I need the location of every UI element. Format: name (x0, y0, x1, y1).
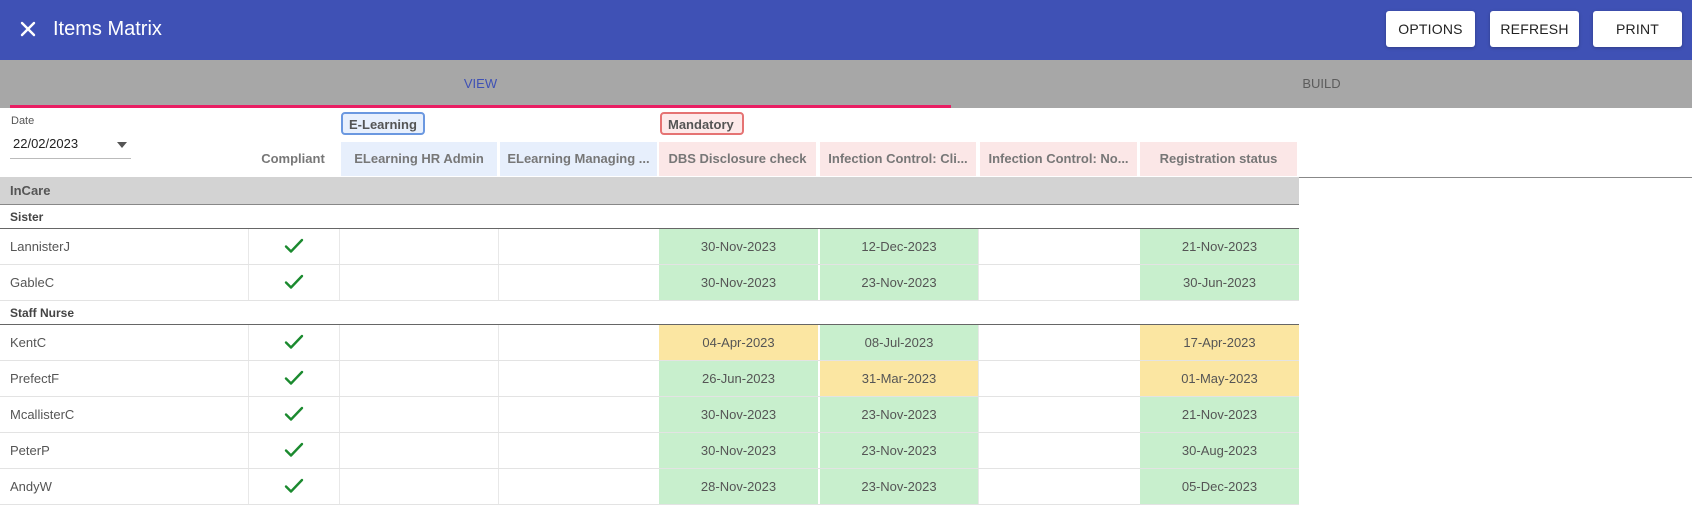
column-divider (498, 433, 499, 468)
column-header-elearning-managing[interactable]: ELearning Managing ... (500, 142, 657, 176)
role-group-header: Sister (0, 205, 1299, 229)
matrix-cell[interactable]: 21-Nov-2023 (1140, 397, 1299, 432)
matrix-cell[interactable]: 30-Aug-2023 (1140, 433, 1299, 468)
matrix-cell[interactable]: 30-Jun-2023 (1140, 265, 1299, 300)
table-row[interactable]: LannisterJ 30-Nov-2023 12-Dec-2023 21-No… (0, 229, 1299, 265)
check-icon (284, 370, 304, 385)
check-icon (284, 274, 304, 289)
column-divider (248, 265, 249, 300)
matrix-cell[interactable]: 08-Jul-2023 (820, 325, 978, 360)
column-divider (339, 469, 340, 504)
matrix-cell[interactable]: 23-Nov-2023 (820, 397, 978, 432)
column-divider (978, 361, 979, 396)
column-header-elearning-hr-admin[interactable]: ELearning HR Admin (341, 142, 497, 176)
column-divider (498, 469, 499, 504)
table-row[interactable]: PeterP 30-Nov-2023 23-Nov-2023 30-Aug-20… (0, 433, 1299, 469)
date-underline (10, 158, 131, 159)
matrix-cell[interactable]: 17-Apr-2023 (1140, 325, 1299, 360)
column-divider (339, 361, 340, 396)
column-header-infection-control-clinical[interactable]: Infection Control: Cli... (820, 142, 976, 176)
column-divider (248, 433, 249, 468)
matrix-cell[interactable]: 21-Nov-2023 (1140, 229, 1299, 264)
column-divider (248, 397, 249, 432)
organisation-group: InCare (0, 177, 1299, 205)
column-divider (339, 229, 340, 264)
column-divider (978, 265, 979, 300)
app-bar: Items Matrix OPTIONS REFRESH PRINT (0, 0, 1692, 60)
column-divider (248, 469, 249, 504)
matrix-cell[interactable]: 31-Mar-2023 (820, 361, 978, 396)
column-divider (498, 361, 499, 396)
staff-name: KentC (10, 335, 47, 350)
column-divider (978, 469, 979, 504)
matrix-cell[interactable]: 28-Nov-2023 (659, 469, 818, 504)
column-divider (978, 433, 979, 468)
table-row[interactable]: AndyW 28-Nov-2023 23-Nov-2023 05-Dec-202… (0, 469, 1299, 505)
column-divider (248, 325, 249, 360)
staff-name: GableC (10, 275, 55, 290)
tab-bar: VIEW BUILD (0, 60, 1692, 108)
column-divider (339, 265, 340, 300)
table-row[interactable]: PrefectF 26-Jun-2023 31-Mar-2023 01-May-… (0, 361, 1299, 397)
staff-name: PeterP (10, 443, 50, 458)
column-divider (248, 361, 249, 396)
column-divider (978, 229, 979, 264)
staff-name: McallisterC (10, 407, 75, 422)
active-tab-indicator (10, 105, 951, 108)
print-button[interactable]: PRINT (1593, 11, 1682, 47)
matrix-cell[interactable]: 30-Nov-2023 (659, 265, 818, 300)
matrix-cell[interactable]: 12-Dec-2023 (820, 229, 978, 264)
table-row[interactable]: McallisterC 30-Nov-2023 23-Nov-2023 21-N… (0, 397, 1299, 433)
check-icon (284, 478, 304, 493)
column-divider (248, 229, 249, 264)
column-divider (339, 397, 340, 432)
column-divider (498, 265, 499, 300)
column-divider (978, 325, 979, 360)
table-row[interactable]: KentC 04-Apr-2023 08-Jul-2023 17-Apr-202… (0, 325, 1299, 361)
matrix-cell[interactable]: 23-Nov-2023 (820, 469, 978, 504)
refresh-button[interactable]: REFRESH (1490, 11, 1579, 47)
close-icon[interactable] (16, 17, 40, 41)
matrix-cell[interactable]: 30-Nov-2023 (659, 433, 818, 468)
matrix-cell[interactable]: 04-Apr-2023 (659, 325, 818, 360)
group-chip-elearning: E-Learning (341, 112, 425, 135)
tab-build[interactable]: BUILD (951, 60, 1692, 108)
matrix-cell[interactable]: 05-Dec-2023 (1140, 469, 1299, 504)
matrix-cell[interactable]: 30-Nov-2023 (659, 229, 818, 264)
date-select[interactable]: 22/02/2023 (13, 136, 78, 151)
page-title: Items Matrix (53, 18, 162, 40)
column-header-registration-status[interactable]: Registration status (1140, 142, 1297, 176)
staff-name: AndyW (10, 479, 52, 494)
chevron-down-icon[interactable] (117, 142, 127, 148)
column-divider (339, 325, 340, 360)
column-divider (498, 397, 499, 432)
column-divider (339, 433, 340, 468)
date-label: Date (11, 115, 35, 127)
matrix-cell[interactable]: 30-Nov-2023 (659, 397, 818, 432)
check-icon (284, 442, 304, 457)
column-header-dbs-disclosure[interactable]: DBS Disclosure check (659, 142, 816, 176)
table-row[interactable]: GableC 30-Nov-2023 23-Nov-2023 30-Jun-20… (0, 265, 1299, 301)
role-group-header: Staff Nurse (0, 301, 1299, 325)
staff-name: PrefectF (10, 371, 60, 386)
column-divider (978, 397, 979, 432)
column-header-compliant[interactable]: Compliant (248, 142, 338, 176)
staff-name: LannisterJ (10, 239, 70, 254)
matrix-cell[interactable]: 26-Jun-2023 (659, 361, 818, 396)
column-divider (498, 325, 499, 360)
tab-view[interactable]: VIEW (10, 60, 951, 108)
matrix-cell[interactable]: 23-Nov-2023 (820, 433, 978, 468)
options-button[interactable]: OPTIONS (1386, 11, 1475, 47)
check-icon (284, 406, 304, 421)
column-divider (498, 229, 499, 264)
check-icon (284, 238, 304, 253)
group-chip-mandatory: Mandatory (660, 112, 744, 135)
check-icon (284, 334, 304, 349)
column-header-infection-control-nonclinical[interactable]: Infection Control: No... (980, 142, 1137, 176)
matrix-cell[interactable]: 23-Nov-2023 (820, 265, 978, 300)
matrix-cell[interactable]: 01-May-2023 (1140, 361, 1299, 396)
